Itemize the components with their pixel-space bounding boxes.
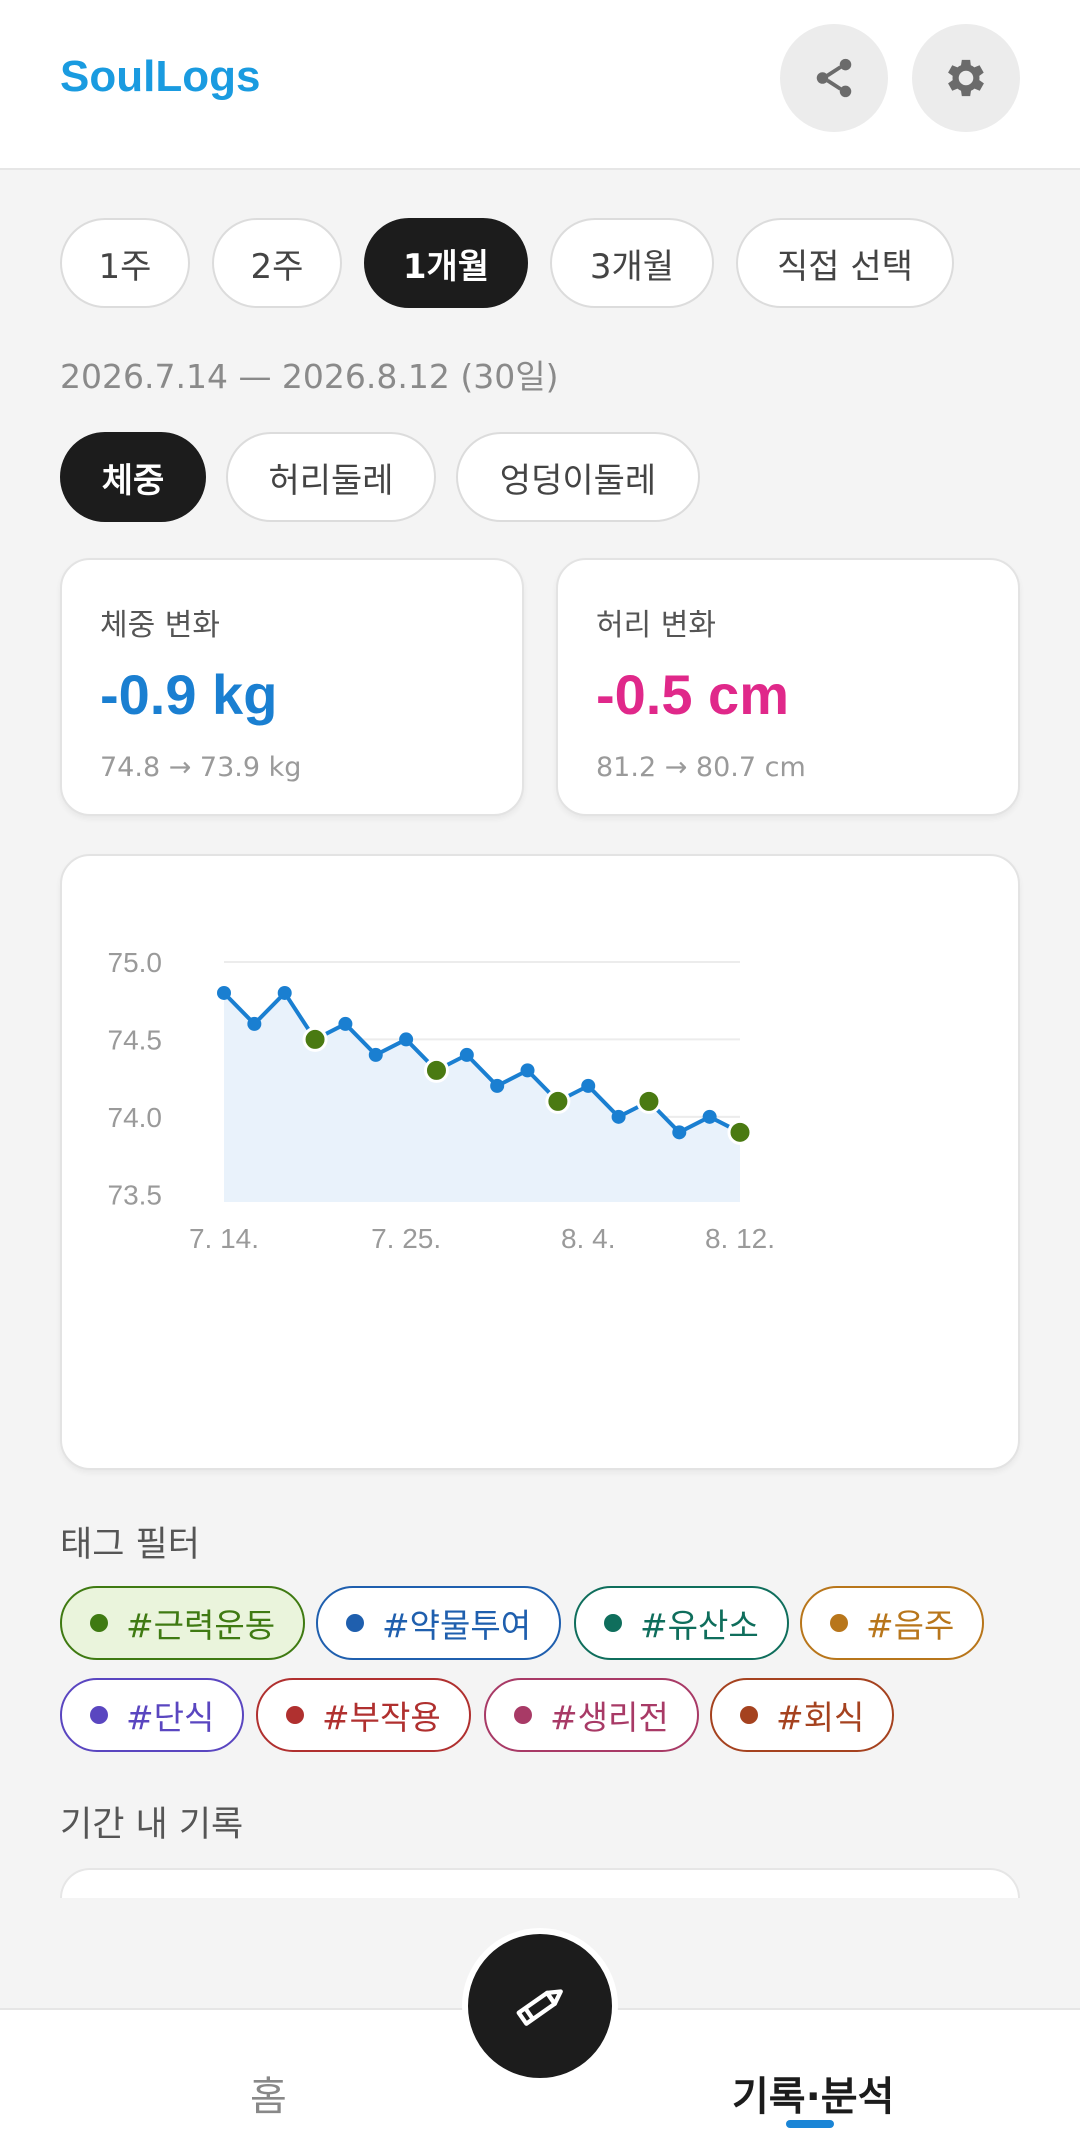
data-point — [490, 1078, 505, 1093]
metric-tab-label: 허리둘레 — [268, 460, 394, 501]
tag-label: #단식 — [126, 1698, 215, 1737]
area-fill — [224, 992, 740, 1202]
app-title: SoulLogs — [60, 52, 261, 101]
tag-dot — [740, 1706, 758, 1724]
tag-medication[interactable]: #약물투여 — [316, 1586, 562, 1660]
tag-dot — [346, 1614, 364, 1632]
period-tab-1m[interactable]: 1개월 — [364, 218, 528, 308]
app-header: SoulLogs — [0, 0, 1080, 170]
tagged-point — [302, 1026, 328, 1052]
metric-tab-hip[interactable]: 엉덩이둘레 — [456, 432, 700, 522]
period-tab-custom[interactable]: 직접 선택 — [736, 218, 954, 308]
tag-filter-title: 태그 필터 — [60, 1525, 200, 1565]
pencil-icon — [516, 1989, 563, 2026]
tag-dot — [830, 1614, 848, 1632]
records-title: 기간 내 기록 — [60, 1805, 244, 1845]
data-point — [611, 1109, 626, 1124]
weight-chart: 75.0 74.5 74.0 73.5 7. 14. 7. 25. 8. 4. 8. 12. — [108, 947, 776, 1254]
y-tick-label: 73.5 — [108, 1179, 163, 1210]
settings-button[interactable] — [912, 24, 1020, 132]
data-point — [368, 1047, 383, 1062]
weight-change-card: 체중 변화 -0.9 kg 74.8 → 73.9 kg — [60, 558, 524, 816]
tag-fasting[interactable]: #단식 — [60, 1678, 245, 1752]
date-range: 2026.7.14 — 2026.8.12 (30일) — [60, 357, 559, 396]
tag-dot — [90, 1614, 108, 1632]
write-record-button[interactable] — [462, 1928, 618, 2084]
tag-dot — [90, 1706, 108, 1724]
y-tick-label: 74.0 — [108, 1102, 163, 1133]
data-point — [520, 1063, 535, 1078]
tagged-point — [545, 1088, 571, 1114]
gear-icon — [948, 59, 984, 97]
nav-records-analysis[interactable]: 기록·분석 — [732, 2064, 894, 2122]
tag-cardio[interactable]: #유산소 — [574, 1586, 789, 1660]
metric-tab-waist[interactable]: 허리둘레 — [226, 432, 436, 522]
tag-premenstrual[interactable]: #생리전 — [484, 1678, 699, 1752]
weight-chart-card: 75.0 74.5 74.0 73.5 7. 14. 7. 25. 8. 4. 8. 12. — [60, 854, 1020, 1470]
x-tick-label: 8. 12. — [705, 1223, 775, 1254]
metric-tab-weight[interactable]: 체중 — [60, 432, 206, 522]
x-tick-label: 7. 25. — [371, 1223, 441, 1254]
tagged-point — [727, 1119, 753, 1145]
weight-change-label: 체중 변화 — [100, 608, 220, 643]
period-tab-label: 1주 — [98, 246, 152, 287]
tag-dinner-party[interactable]: #회식 — [710, 1678, 895, 1752]
waist-change-detail: 81.2 → 80.7 cm — [596, 752, 806, 783]
weight-change-value: -0.9 kg — [100, 663, 278, 726]
x-tick-label: 8. 4. — [561, 1223, 615, 1254]
data-point — [217, 985, 231, 1000]
y-tick-label: 75.0 — [108, 947, 163, 978]
data-point — [672, 1125, 687, 1140]
data-point — [277, 985, 292, 1000]
tag-dot — [286, 1706, 304, 1724]
share-button[interactable] — [780, 24, 888, 132]
data-point — [459, 1047, 474, 1062]
tag-label: #근력운동 — [126, 1606, 276, 1645]
share-icon — [816, 58, 852, 98]
period-tab-label: 2주 — [250, 246, 304, 287]
period-tab-label: 3개월 — [589, 246, 675, 287]
data-point — [702, 1109, 717, 1124]
period-tab-label: 직접 선택 — [777, 246, 913, 287]
x-tick-label: 7. 14. — [189, 1223, 259, 1254]
tag-label: #생리전 — [550, 1698, 669, 1737]
period-tab-3m[interactable]: 3개월 — [550, 218, 714, 308]
tag-label: #유산소 — [640, 1606, 759, 1645]
tag-alcohol[interactable]: #음주 — [800, 1586, 985, 1660]
metric-tab-label: 체중 — [101, 460, 165, 501]
tagged-point — [423, 1057, 449, 1083]
data-point — [399, 1032, 414, 1047]
data-point — [247, 1016, 262, 1031]
tag-label: #회식 — [776, 1698, 865, 1737]
tag-strength[interactable]: #근력운동 — [60, 1586, 306, 1660]
weight-change-detail: 74.8 → 73.9 kg — [100, 752, 302, 783]
data-point — [581, 1078, 596, 1093]
nav-home[interactable]: 홈 — [250, 2064, 287, 2122]
metric-tab-label: 엉덩이둘레 — [499, 460, 657, 501]
period-tab-1w[interactable]: 1주 — [60, 218, 190, 308]
tag-side-effect[interactable]: #부작용 — [256, 1678, 471, 1752]
waist-change-card: 허리 변화 -0.5 cm 81.2 → 80.7 cm — [556, 558, 1020, 816]
tag-dot — [604, 1614, 622, 1632]
y-tick-label: 74.5 — [108, 1024, 163, 1055]
tagged-point — [636, 1088, 662, 1114]
waist-change-value: -0.5 cm — [596, 663, 789, 726]
period-tab-2w[interactable]: 2주 — [212, 218, 342, 308]
nav-active-indicator — [786, 2120, 834, 2128]
waist-change-label: 허리 변화 — [596, 608, 716, 643]
tag-dot — [514, 1706, 532, 1724]
tag-label: #부작용 — [322, 1698, 441, 1737]
tag-label: #음주 — [866, 1606, 955, 1645]
data-point — [338, 1016, 353, 1031]
period-tab-label: 1개월 — [402, 246, 490, 287]
tag-label: #약물투여 — [382, 1606, 532, 1645]
